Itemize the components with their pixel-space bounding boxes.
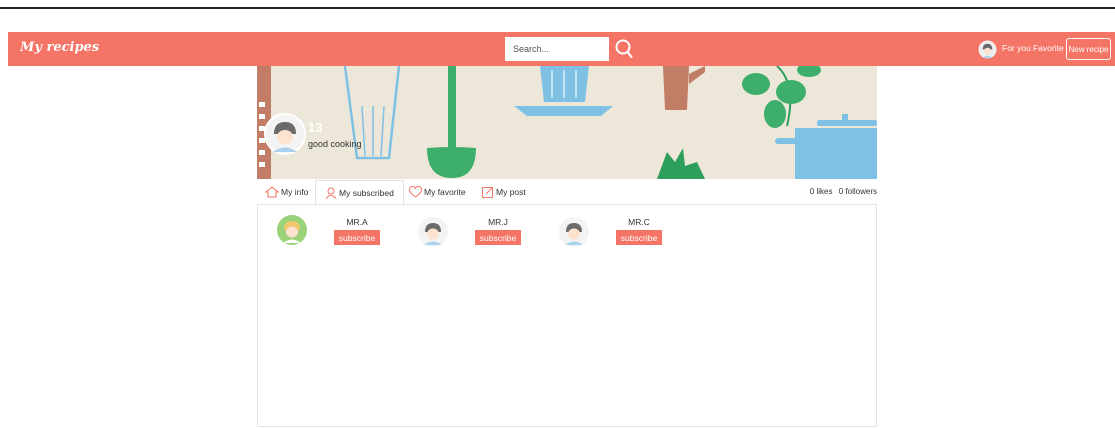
tab-label: My subscribed xyxy=(339,187,394,198)
heart-icon xyxy=(409,186,422,198)
tab-label: My info xyxy=(281,187,309,197)
subscription-name: MR.C xyxy=(628,217,650,227)
followers-count: 0 followers xyxy=(838,187,877,196)
profile-number: 13 xyxy=(308,120,323,135)
profile-bio: good cooking xyxy=(308,139,362,149)
user-avatar-icon[interactable] xyxy=(978,40,997,59)
subscribe-button[interactable]: subscribe xyxy=(475,230,521,245)
kitchen-illustration xyxy=(257,66,877,179)
search-input[interactable] xyxy=(505,37,609,61)
tab-label: My favorite xyxy=(424,187,466,197)
likes-count: 0 likes xyxy=(809,187,833,196)
tab-my-post[interactable]: My post xyxy=(482,180,526,204)
subscription-avatar[interactable] xyxy=(559,217,589,247)
home-icon xyxy=(265,186,279,198)
top-rule xyxy=(0,7,1115,9)
profile-tabs: My info My subscribed My favorite My pos… xyxy=(257,180,877,205)
subscription-name: MR.J xyxy=(488,217,508,227)
profile-stats: 0 likes 0 followers xyxy=(810,187,877,196)
tab-my-info[interactable]: My info xyxy=(265,180,308,204)
edit-icon xyxy=(482,187,493,198)
new-recipe-button[interactable]: New recipe xyxy=(1066,38,1111,60)
subscription-avatar[interactable] xyxy=(277,215,307,245)
user-icon xyxy=(325,187,337,199)
brand-logo[interactable]: My recipes xyxy=(20,40,99,55)
navbar: My recipes For you Favorite New recipe xyxy=(8,32,1115,66)
subscribe-button[interactable]: subscribe xyxy=(334,230,380,245)
subscribe-button[interactable]: subscribe xyxy=(616,230,662,245)
nav-for-you-link[interactable]: For you xyxy=(1002,43,1031,53)
tab-my-subscribed[interactable]: My subscribed xyxy=(315,180,404,205)
subscription-name: MR.A xyxy=(346,217,368,227)
tab-my-favorite[interactable]: My favorite xyxy=(409,180,466,204)
subscriptions-panel: MR.A subscribe MR.J subscribe MR.C subsc… xyxy=(257,204,877,427)
profile-banner xyxy=(257,66,877,179)
profile-avatar xyxy=(264,113,306,155)
tab-label: My post xyxy=(496,187,526,197)
nav-favorite-link[interactable]: Favorite xyxy=(1033,43,1064,53)
search-icon[interactable] xyxy=(614,38,634,60)
subscription-avatar[interactable] xyxy=(418,217,448,247)
